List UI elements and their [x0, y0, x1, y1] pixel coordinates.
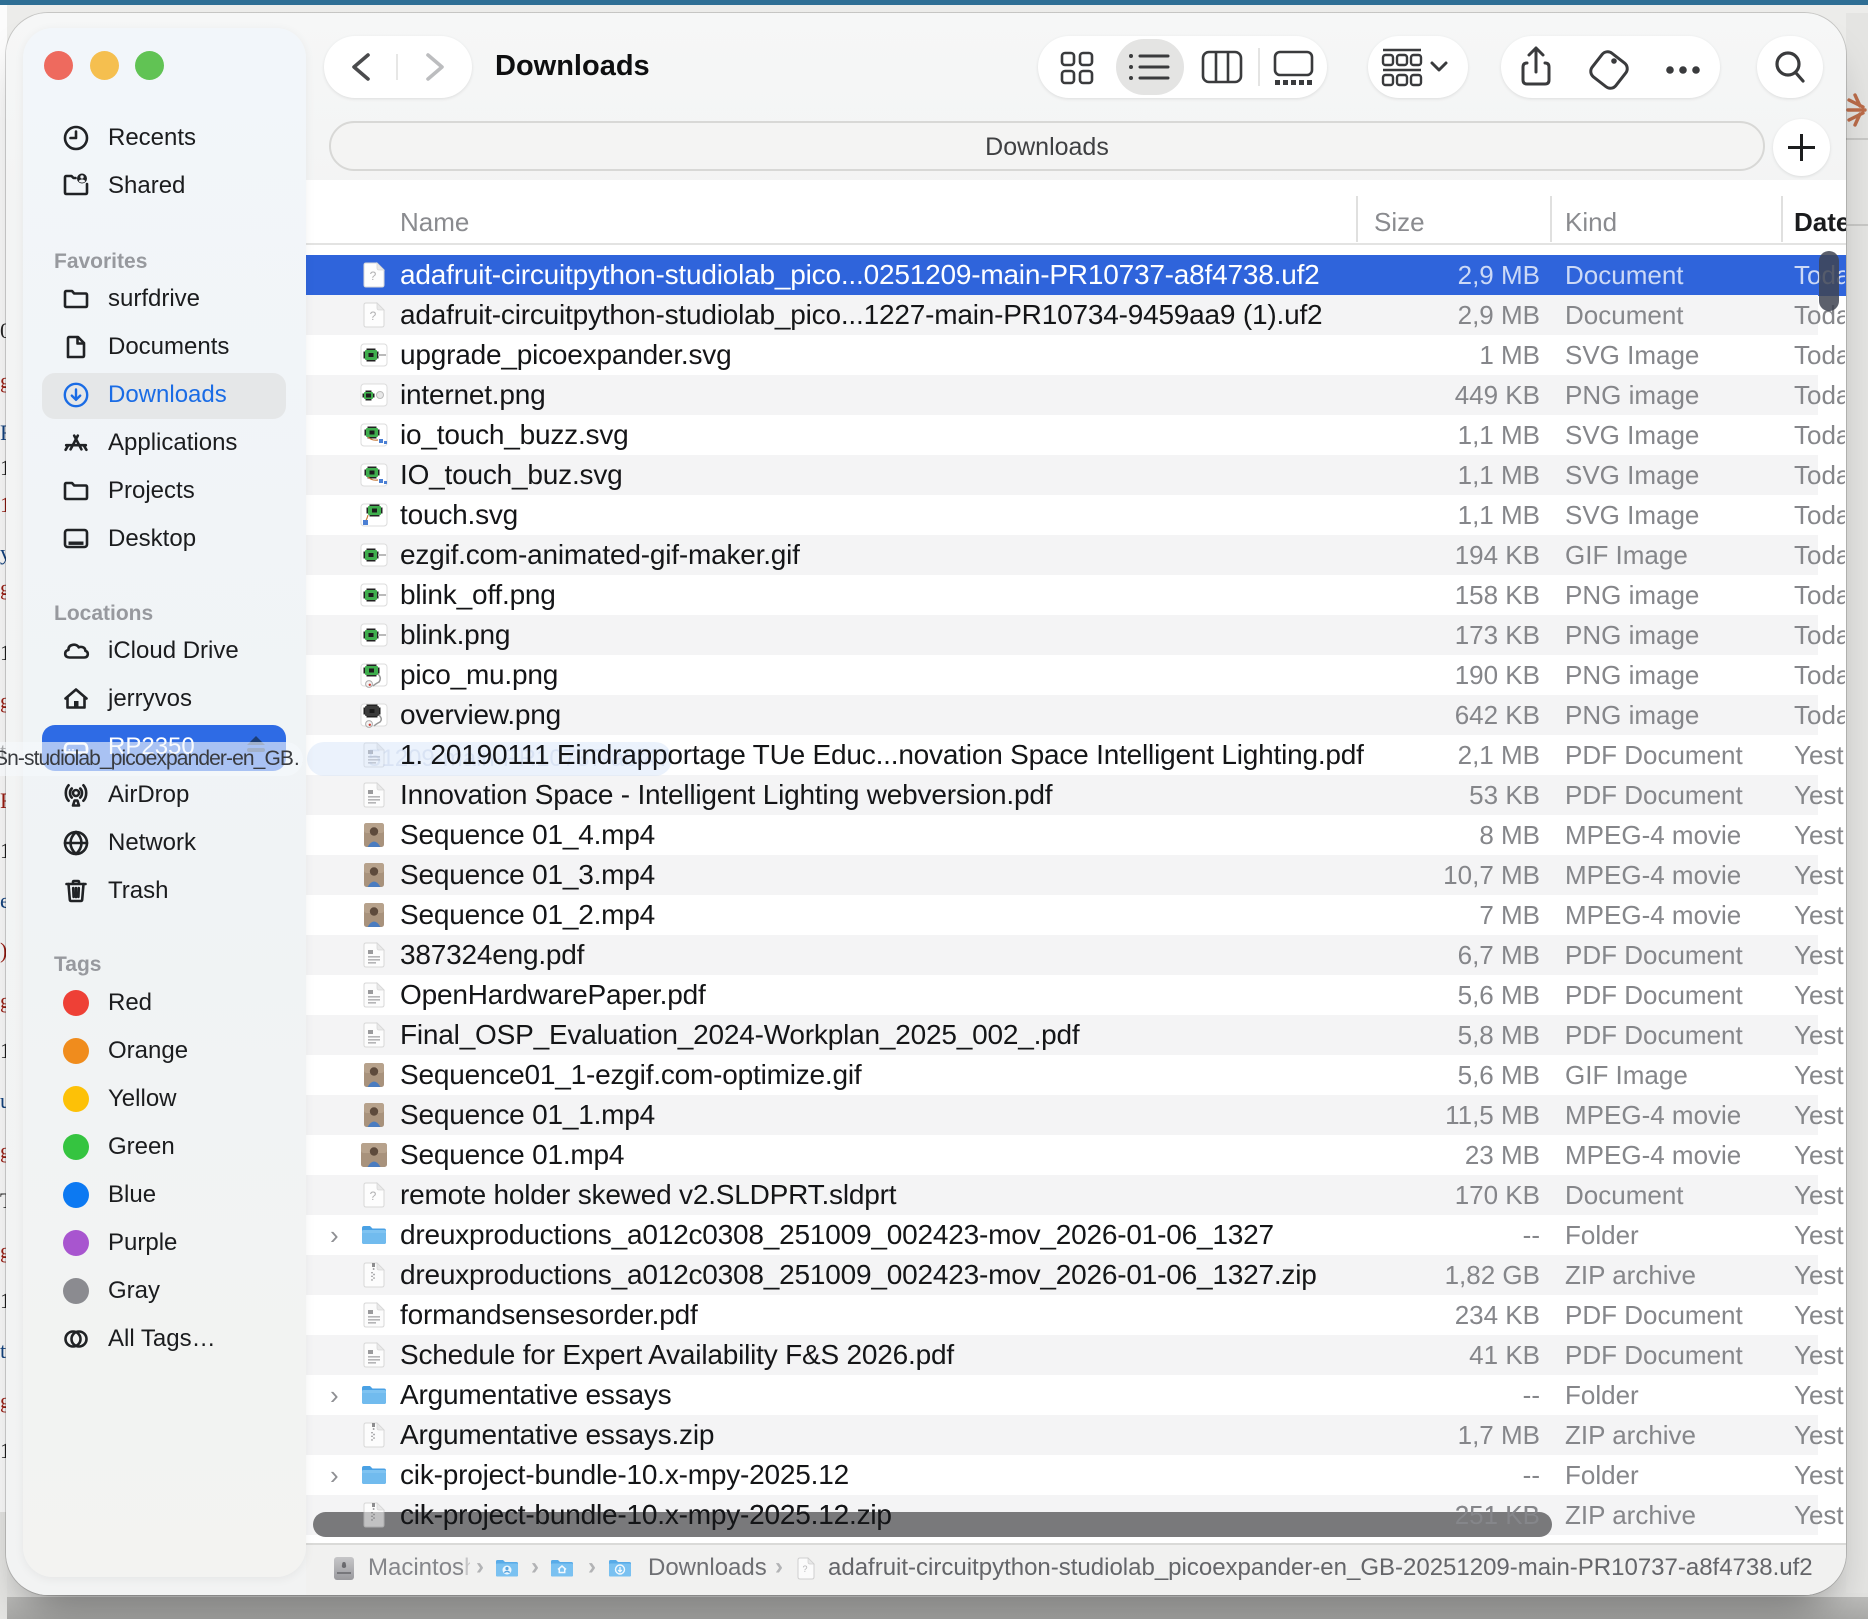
svg-text:?: ? [370, 1189, 377, 1203]
svg-text:?: ? [802, 1564, 807, 1574]
svg-text:?: ? [370, 309, 377, 323]
svg-text:?: ? [370, 269, 377, 283]
